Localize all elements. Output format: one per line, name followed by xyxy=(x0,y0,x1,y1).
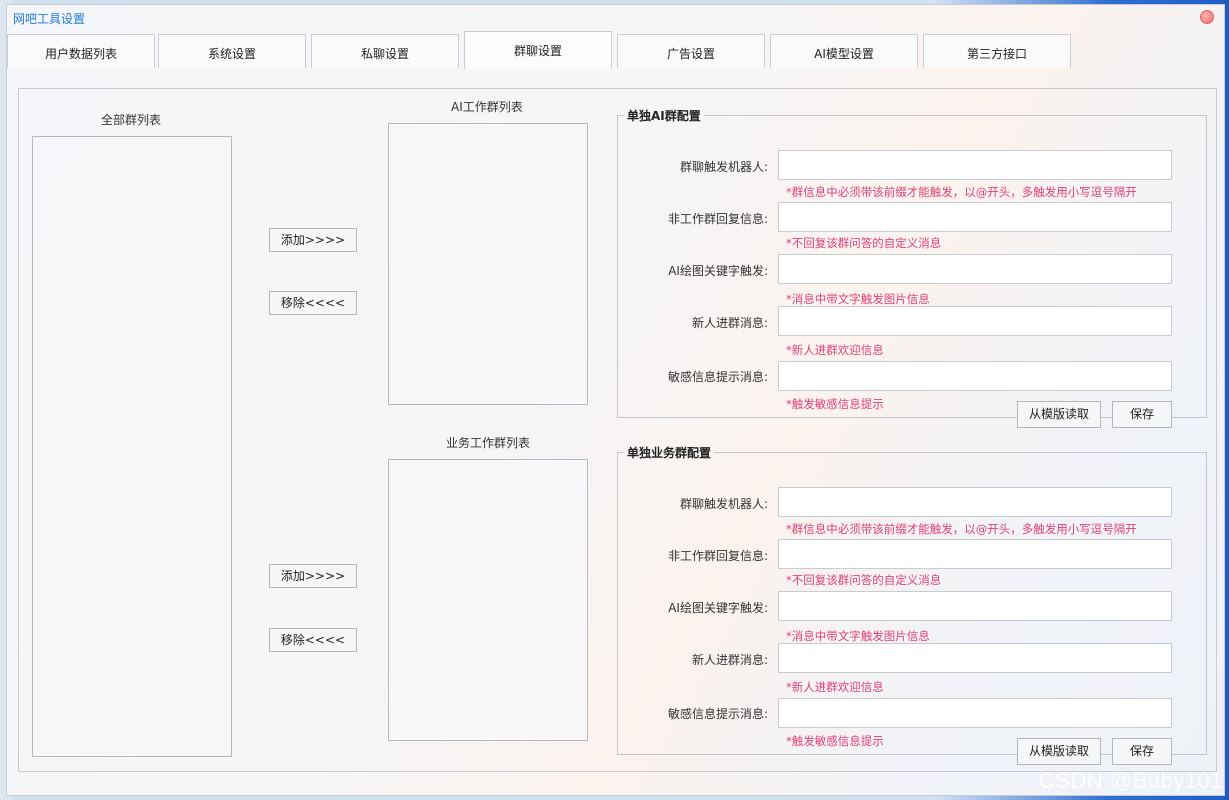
business-groups-label: 业务工作群列表 xyxy=(446,436,531,450)
title-bar: 网吧工具设置 xyxy=(7,5,1224,31)
biz-sensitive-info-input[interactable] xyxy=(778,698,1172,728)
business-group-config-box: 单独业务群配置 群聊触发机器人: *群信息中必须带该前缀才能触发，以@开头，多触… xyxy=(617,444,1207,765)
ai-groups-listbox[interactable] xyxy=(388,123,588,405)
all-groups-label: 全部群列表 xyxy=(101,113,162,127)
add-to-business-groups-button[interactable]: 添加>>>> xyxy=(269,564,357,588)
ai-drawing-keyword-hint: *消息中带文字触发图片信息 xyxy=(786,292,930,306)
biz-save-button[interactable]: 保存 xyxy=(1112,738,1172,765)
biz-non-work-reply-hint: *不回复该群问答的自定义消息 xyxy=(786,573,942,587)
business-groups-listbox[interactable] xyxy=(388,459,588,741)
ai-non-work-reply-hint: *不回复该群问答的自定义消息 xyxy=(786,236,942,250)
remove-from-business-groups-button[interactable]: 移除<<<< xyxy=(269,628,357,652)
biz-sensitive-info-hint: *触发敏感信息提示 xyxy=(786,734,884,748)
biz-trigger-robot-input[interactable] xyxy=(778,487,1172,517)
ai-save-button[interactable]: 保存 xyxy=(1112,401,1172,428)
ai-drawing-keyword-label: AI绘图关键字触发: xyxy=(668,264,768,278)
remove-from-ai-groups-button[interactable]: 移除<<<< xyxy=(269,291,357,315)
biz-new-member-message-label: 新人进群消息: xyxy=(691,653,768,667)
ai-trigger-robot-input[interactable] xyxy=(778,150,1172,180)
close-icon[interactable] xyxy=(1200,10,1214,24)
ai-trigger-robot-hint: *群信息中必须带该前缀才能触发，以@开头，多触发用小写逗号隔开 xyxy=(786,185,1137,199)
ai-drawing-keyword-input[interactable] xyxy=(778,254,1172,284)
ai-new-member-message-input[interactable] xyxy=(778,306,1172,336)
biz-sensitive-info-label: 敏感信息提示消息: xyxy=(667,707,768,721)
biz-load-template-button[interactable]: 从模版读取 xyxy=(1017,738,1101,765)
tab-system-settings[interactable]: 系统设置 xyxy=(158,34,306,68)
ai-group-config-box: 单独AI群配置 群聊触发机器人: *群信息中必须带该前缀才能触发，以@开头，多触… xyxy=(617,107,1207,428)
biz-new-member-message-input[interactable] xyxy=(778,643,1172,673)
biz-drawing-keyword-input[interactable] xyxy=(778,591,1172,621)
biz-new-member-message-hint: *新人进群欢迎信息 xyxy=(786,680,884,694)
settings-window: 网吧工具设置 用户数据列表 系统设置 私聊设置 群聊设置 广告设置 AI模型设置… xyxy=(6,4,1225,796)
watermark: CSDN @Buby101 xyxy=(1038,768,1223,793)
ai-trigger-robot-label: 群聊触发机器人: xyxy=(679,160,768,174)
group-chat-settings-panel: 全部群列表 添加>>>> 移除<<<< 添加>>>> 移除<<<< AI工作群列… xyxy=(18,88,1217,772)
biz-trigger-robot-label: 群聊触发机器人: xyxy=(679,497,768,511)
ai-sensitive-info-label: 敏感信息提示消息: xyxy=(667,370,768,384)
ai-non-work-reply-label: 非工作群回复信息: xyxy=(667,212,768,226)
ai-load-template-button[interactable]: 从模版读取 xyxy=(1017,401,1101,428)
ai-groups-label: AI工作群列表 xyxy=(451,100,523,114)
tab-user-data-list[interactable]: 用户数据列表 xyxy=(7,34,155,68)
ai-new-member-message-label: 新人进群消息: xyxy=(691,316,768,330)
ai-non-work-reply-input[interactable] xyxy=(778,202,1172,232)
business-group-config-title: 单独业务群配置 xyxy=(627,446,712,460)
window-title: 网吧工具设置 xyxy=(13,12,86,26)
tab-ai-model-settings[interactable]: AI模型设置 xyxy=(770,34,918,68)
tab-group-chat-settings[interactable]: 群聊设置 xyxy=(464,31,612,69)
biz-non-work-reply-label: 非工作群回复信息: xyxy=(667,549,768,563)
biz-drawing-keyword-hint: *消息中带文字触发图片信息 xyxy=(786,629,930,643)
ai-sensitive-info-hint: *触发敏感信息提示 xyxy=(786,397,884,411)
ai-sensitive-info-input[interactable] xyxy=(778,361,1172,391)
all-groups-listbox[interactable] xyxy=(32,136,232,757)
biz-non-work-reply-input[interactable] xyxy=(778,539,1172,569)
ai-new-member-message-hint: *新人进群欢迎信息 xyxy=(786,343,884,357)
tab-third-party-api[interactable]: 第三方接口 xyxy=(923,34,1071,68)
tab-private-chat-settings[interactable]: 私聊设置 xyxy=(311,34,459,68)
ai-group-config-title: 单独AI群配置 xyxy=(627,109,701,123)
tab-ad-settings[interactable]: 广告设置 xyxy=(617,34,765,68)
add-to-ai-groups-button[interactable]: 添加>>>> xyxy=(269,228,357,252)
biz-trigger-robot-hint: *群信息中必须带该前缀才能触发，以@开头，多触发用小写逗号隔开 xyxy=(786,522,1137,536)
biz-drawing-keyword-label: AI绘图关键字触发: xyxy=(668,601,768,615)
